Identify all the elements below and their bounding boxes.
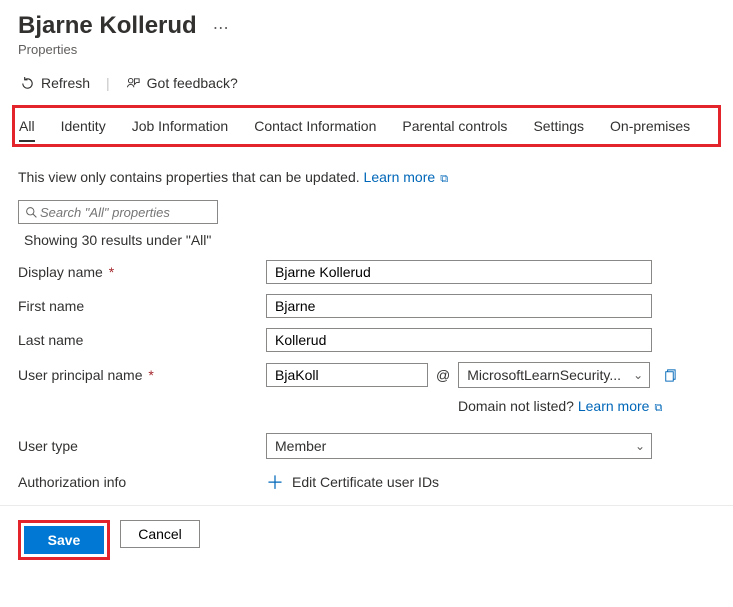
label-last-name: Last name xyxy=(18,332,266,348)
notice-message: This view only contains properties that … xyxy=(18,169,360,185)
notice-learn-more-link[interactable]: Learn more ⧉ xyxy=(364,169,449,185)
input-display-name[interactable] xyxy=(266,260,652,284)
tab-contact-information[interactable]: Contact Information xyxy=(254,112,376,142)
label-authorization-info: Authorization info xyxy=(18,474,266,490)
tab-on-premises[interactable]: On-premises xyxy=(610,112,690,142)
label-display-name: Display name * xyxy=(18,264,266,280)
input-last-name[interactable] xyxy=(266,328,652,352)
label-user-type: User type xyxy=(18,438,266,454)
result-count: Showing 30 results under "All" xyxy=(24,232,715,248)
save-button[interactable]: Save xyxy=(24,526,104,554)
required-indicator: * xyxy=(145,367,154,383)
feedback-button[interactable]: Got feedback? xyxy=(124,71,240,95)
chevron-down-icon: ⌄ xyxy=(635,439,645,453)
notice-text: This view only contains properties that … xyxy=(18,169,715,186)
page-title: Bjarne Kollerud xyxy=(18,12,197,40)
save-highlight: Save xyxy=(18,520,110,560)
search-icon xyxy=(25,206,38,219)
tab-job-information[interactable]: Job Information xyxy=(132,112,229,142)
tab-identity[interactable]: Identity xyxy=(61,112,106,142)
select-upn-domain[interactable]: MicrosoftLearnSecurity... ⌄ xyxy=(458,362,650,388)
plus-icon: ＋ xyxy=(266,469,284,495)
tab-parental-controls[interactable]: Parental controls xyxy=(402,112,507,142)
toolbar-separator: | xyxy=(106,75,110,91)
more-actions-button[interactable]: ⋯ xyxy=(209,19,233,39)
domain-hint-link-label: Learn more xyxy=(578,398,650,414)
tab-all[interactable]: All xyxy=(19,112,35,142)
search-input[interactable] xyxy=(38,204,220,221)
external-link-icon: ⧉ xyxy=(651,402,662,414)
external-link-icon: ⧉ xyxy=(437,173,448,185)
tabs-highlight: All Identity Job Information Contact Inf… xyxy=(12,105,721,147)
tab-settings[interactable]: Settings xyxy=(533,112,584,142)
tabs: All Identity Job Information Contact Inf… xyxy=(19,112,714,142)
refresh-icon xyxy=(20,76,35,91)
domain-hint: Domain not listed? Learn more ⧉ xyxy=(458,398,715,415)
feedback-icon xyxy=(126,76,141,91)
user-type-value: Member xyxy=(275,438,326,454)
label-first-name: First name xyxy=(18,298,266,314)
refresh-label: Refresh xyxy=(41,75,90,91)
feedback-label: Got feedback? xyxy=(147,75,238,91)
domain-hint-text: Domain not listed? xyxy=(458,398,574,414)
domain-hint-link[interactable]: Learn more ⧉ xyxy=(578,398,663,414)
label-upn-text: User principal name xyxy=(18,367,143,383)
search-field[interactable] xyxy=(18,200,218,224)
cancel-button[interactable]: Cancel xyxy=(120,520,200,548)
required-indicator: * xyxy=(105,264,114,280)
input-first-name[interactable] xyxy=(266,294,652,318)
refresh-button[interactable]: Refresh xyxy=(18,71,92,95)
notice-link-label: Learn more xyxy=(364,169,436,185)
upn-at-symbol: @ xyxy=(434,367,452,383)
chevron-down-icon: ⌄ xyxy=(633,368,643,382)
label-display-name-text: Display name xyxy=(18,264,103,280)
copy-upn-button[interactable] xyxy=(658,366,681,385)
edit-certificate-ids-button[interactable]: ＋ Edit Certificate user IDs xyxy=(266,469,439,495)
edit-certificate-ids-label: Edit Certificate user IDs xyxy=(292,474,439,490)
label-upn: User principal name * xyxy=(18,367,266,383)
select-user-type[interactable]: Member ⌄ xyxy=(266,433,652,459)
input-upn-local[interactable] xyxy=(266,363,428,387)
upn-domain-value: MicrosoftLearnSecurity... xyxy=(467,367,621,383)
page-subtitle: Properties xyxy=(18,42,715,57)
